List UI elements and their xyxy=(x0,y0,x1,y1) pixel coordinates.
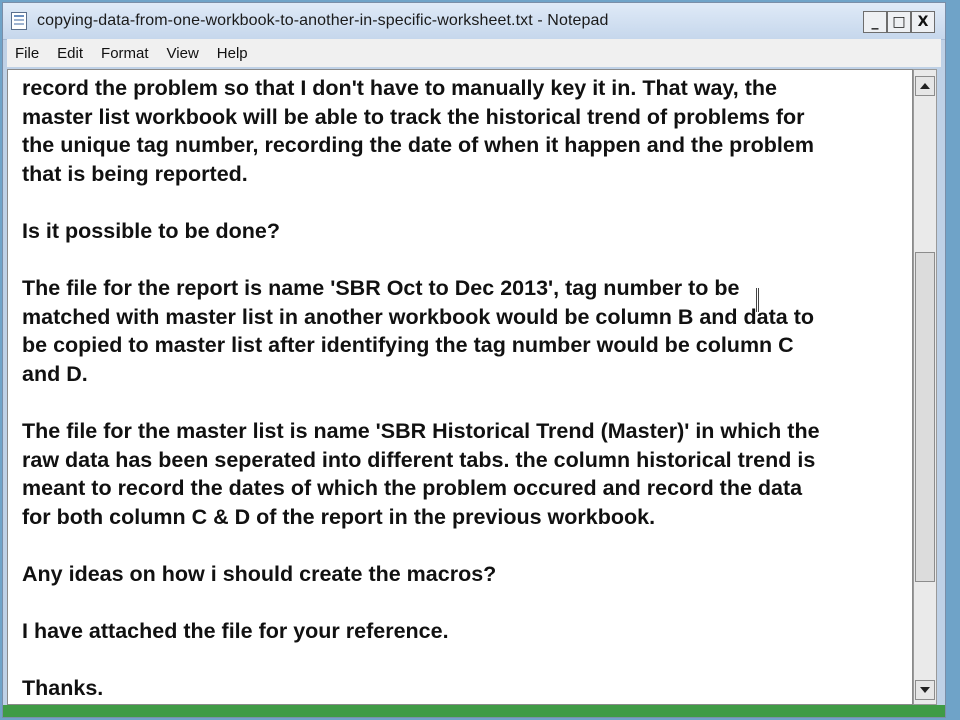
taskbar-strip xyxy=(3,705,945,717)
text-editor-area[interactable]: record the problem so that I don't have … xyxy=(7,69,913,705)
window-title: copying-data-from-one-workbook-to-anothe… xyxy=(37,12,609,29)
notepad-icon[interactable] xyxy=(11,12,27,30)
menu-help[interactable]: Help xyxy=(209,45,256,62)
arrow-up-icon xyxy=(920,83,930,89)
menu-bar: File Edit Format View Help xyxy=(7,39,941,67)
menu-view[interactable]: View xyxy=(159,45,207,62)
menu-file[interactable]: File xyxy=(7,45,47,62)
scroll-up-button[interactable] xyxy=(915,76,935,96)
minimize-button[interactable]: _ xyxy=(863,11,887,33)
maximize-button[interactable]: □ xyxy=(887,11,911,33)
menu-format[interactable]: Format xyxy=(93,45,157,62)
notepad-window: copying-data-from-one-workbook-to-anothe… xyxy=(2,2,946,718)
arrow-down-icon xyxy=(920,687,930,693)
title-bar[interactable]: copying-data-from-one-workbook-to-anothe… xyxy=(3,3,945,40)
text-cursor-icon xyxy=(756,288,759,312)
vertical-scrollbar[interactable] xyxy=(913,69,937,705)
document-text[interactable]: record the problem so that I don't have … xyxy=(22,74,906,703)
close-button[interactable]: X xyxy=(911,11,935,33)
window-controls: _ □ X xyxy=(863,11,935,33)
scroll-down-button[interactable] xyxy=(915,680,935,700)
menu-edit[interactable]: Edit xyxy=(49,45,91,62)
scrollbar-thumb[interactable] xyxy=(915,252,935,582)
